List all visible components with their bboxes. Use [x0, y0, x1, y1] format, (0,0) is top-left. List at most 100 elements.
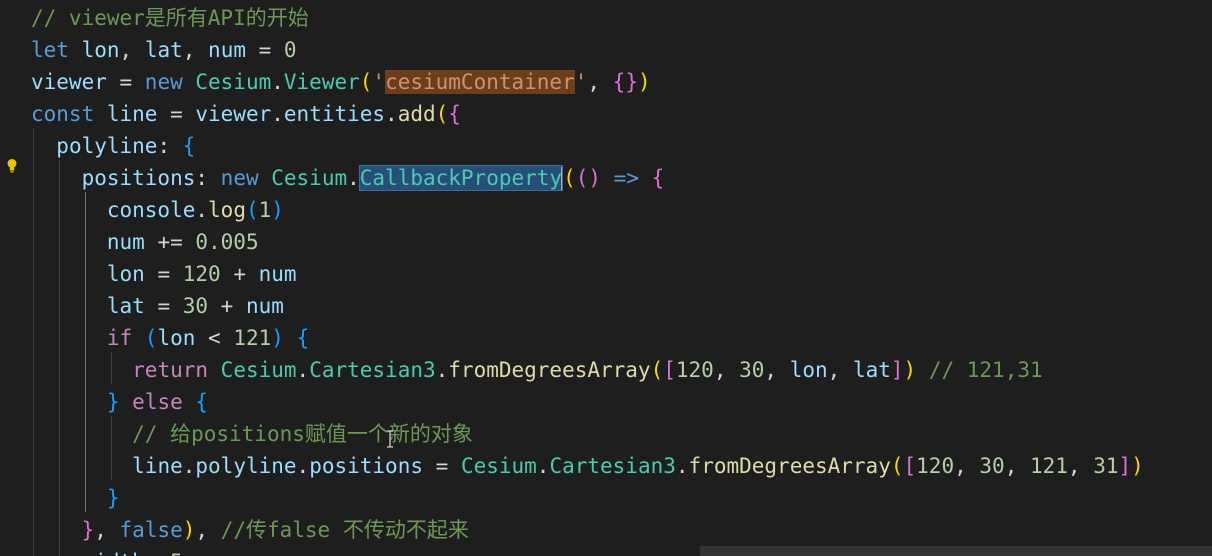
code-token: //传false 不传动不起来 [220, 518, 469, 542]
code-token: ' [574, 70, 588, 94]
code-line[interactable]: // viewer是所有API的开始 [31, 2, 309, 34]
code-line[interactable]: lon = 120 + num [31, 258, 297, 290]
code-token: ) [903, 358, 917, 382]
code-token: 121 [233, 326, 272, 350]
code-token: , [587, 70, 613, 94]
code-token: , [764, 358, 790, 382]
code-line[interactable]: polyline: { [31, 130, 195, 162]
code-token: width [82, 550, 145, 556]
code-token: line [132, 454, 183, 478]
code-token: if [106, 326, 145, 350]
code-line[interactable]: lat = 30 + num [31, 290, 284, 322]
code-token: const [31, 102, 107, 126]
code-token: . [675, 454, 689, 478]
code-token: ( [563, 166, 576, 190]
code-token: let [31, 38, 82, 62]
code-token: new [144, 70, 196, 94]
horizontal-scrollbar[interactable] [700, 546, 1212, 556]
code-token: ( [359, 70, 373, 94]
code-token: . [271, 102, 284, 126]
code-token: 1 [258, 198, 272, 222]
code-line[interactable]: // 给positions赋值一个新的对象 [31, 418, 473, 450]
code-token: = [144, 294, 183, 318]
code-line[interactable]: return Cesium.Cartesian3.fromDegreesArra… [31, 354, 1042, 386]
code-token: , [1004, 454, 1030, 478]
code-token: lat [106, 294, 145, 318]
code-token: . [435, 358, 449, 382]
code-token: => [601, 166, 652, 190]
code-token: . [536, 454, 550, 478]
code-token: : [157, 134, 183, 158]
code-token: ' [372, 70, 386, 94]
code-token: fromDegreesArray [448, 358, 651, 382]
code-line[interactable]: console.log(1) [31, 194, 284, 226]
code-token: polyline [56, 134, 158, 158]
code-line[interactable]: if (lon < 121) { [31, 322, 309, 354]
code-token: line [106, 102, 158, 126]
code-token: = [245, 38, 284, 62]
code-line[interactable]: num += 0.005 [31, 226, 259, 258]
code-line[interactable]: let lon, lat, num = 0 [31, 34, 297, 66]
code-token: ( [890, 454, 904, 478]
code-line[interactable]: } else { [31, 386, 208, 418]
code-token: { [296, 326, 310, 350]
code-token: ] [1118, 454, 1132, 478]
code-token: . [182, 454, 196, 478]
code-editor[interactable]: // viewer是所有API的开始 let lon, lat, num = 0v… [0, 0, 1212, 556]
code-token: ] [890, 358, 904, 382]
code-token: { [182, 134, 196, 158]
code-token: lon [157, 326, 196, 350]
code-line[interactable]: } [31, 482, 120, 514]
code-token: return [132, 358, 221, 382]
code-token: 30 [979, 454, 1005, 478]
code-token: + [220, 262, 259, 286]
code-token: 0 [283, 38, 297, 62]
code-token: : [145, 550, 170, 556]
code-token: = [157, 102, 196, 126]
code-token: } [106, 486, 120, 510]
code-line[interactable]: viewer = new Cesium.Viewer('cesiumContai… [31, 66, 651, 98]
code-token: CallbackProperty [358, 165, 564, 191]
code-line[interactable]: positions: new Cesium.CallbackProperty((… [31, 162, 664, 194]
code-line[interactable]: width: 5 [31, 546, 183, 556]
code-token: entities [283, 102, 386, 126]
code-token: viewer [195, 102, 272, 126]
code-line[interactable]: }, false), //传false 不传动不起来 [31, 514, 469, 546]
code-token: } [81, 518, 95, 542]
code-token: ( [435, 102, 449, 126]
code-token: , [713, 358, 740, 382]
code-token: // viewer是所有API的开始 [31, 6, 309, 30]
code-token: { [651, 166, 665, 190]
code-token: . [347, 166, 360, 190]
code-token: 30 [182, 294, 209, 318]
code-token: 31 [1093, 454, 1119, 478]
code-token: . [385, 102, 398, 126]
code-token: 120 [916, 454, 955, 478]
lightbulb-icon[interactable] [6, 158, 18, 174]
code-token: = [106, 70, 145, 94]
code-token: 30 [739, 358, 765, 382]
code-token: . [296, 358, 310, 382]
code-token: num [208, 38, 246, 62]
code-token: + [208, 294, 246, 318]
code-token: false [119, 518, 183, 542]
code-line[interactable]: line.polyline.positions = Cesium.Cartesi… [31, 450, 1144, 482]
code-token: : [195, 166, 221, 190]
code-token: 5 [170, 550, 183, 556]
code-token: {} [612, 70, 638, 94]
code-token: Cesium [220, 358, 297, 382]
code-token: num [258, 262, 297, 286]
code-line[interactable]: const line = viewer.entities.add({ [31, 98, 461, 130]
code-token: . [296, 454, 310, 478]
code-token: fromDegreesArray [688, 454, 891, 478]
code-token: cesiumContainer [385, 70, 575, 94]
code-token: else [132, 390, 196, 414]
